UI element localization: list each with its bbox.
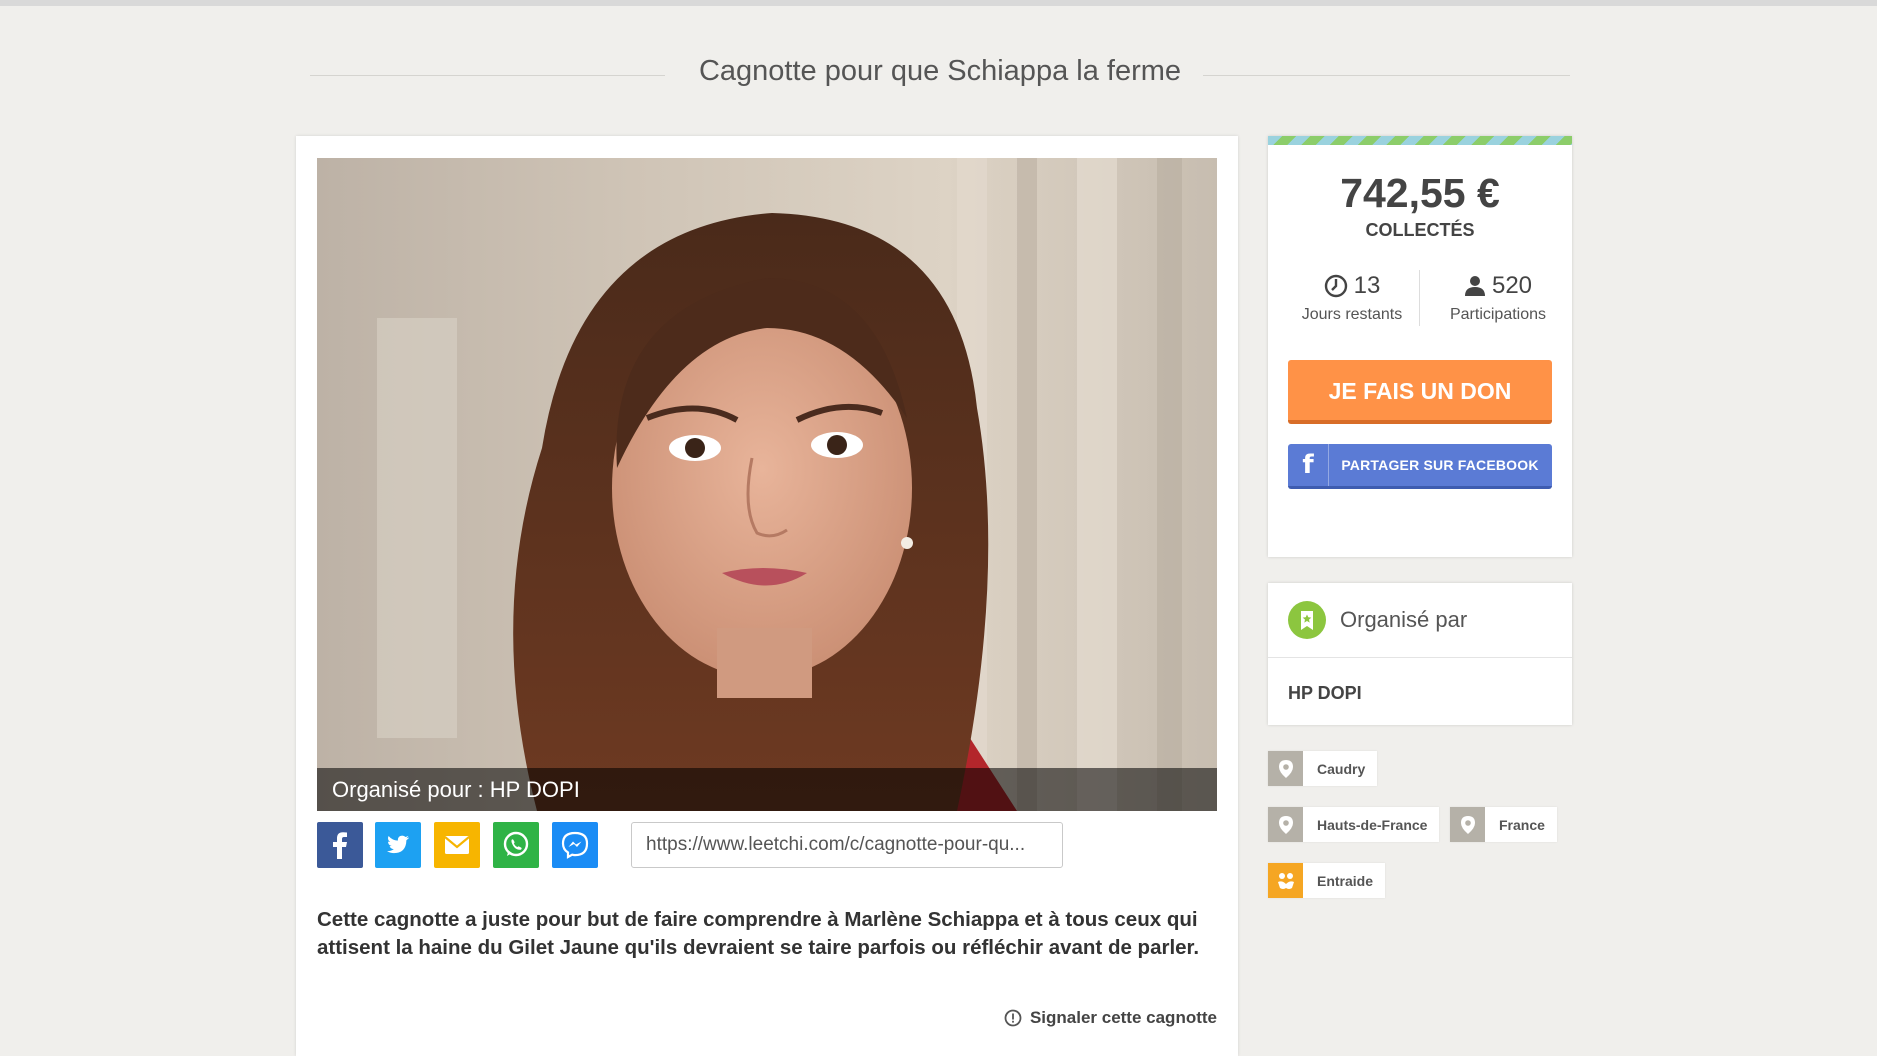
photo-caption: Organisé pour : HP DOPI (317, 768, 1217, 811)
organizer-name[interactable]: HP DOPI (1288, 683, 1362, 704)
title-rule-left (310, 75, 665, 76)
tag-label: France (1499, 816, 1545, 833)
top-border (0, 0, 1877, 6)
participants: 520 Participations (1428, 272, 1568, 324)
organizer-card: Organisé par HP DOPI (1268, 583, 1572, 725)
title-row: Cagnotte pour que Schiappa la ferme (310, 55, 1570, 95)
organizer-badge-icon (1288, 601, 1326, 639)
main-card: Organisé pour : HP DOPI https://www.leet… (296, 136, 1238, 1056)
clock-icon (1324, 274, 1347, 298)
tag-france[interactable]: France (1450, 807, 1557, 842)
share-messenger-button[interactable] (552, 822, 598, 868)
messenger-icon (561, 831, 589, 859)
twitter-icon (387, 835, 409, 854)
participants-value: 520 (1491, 272, 1533, 299)
page-title: Cagnotte pour que Schiappa la ferme (698, 55, 1182, 87)
days-remaining: 13 Jours restants (1282, 272, 1422, 324)
tag-entraide[interactable]: Entraide (1268, 863, 1386, 898)
participants-label: Participations (1449, 306, 1547, 323)
campaign-description: Cette cagnotte a juste pour but de faire… (317, 908, 1200, 959)
share-whatsapp-button[interactable] (493, 822, 539, 868)
tag-caudry[interactable]: Caudry (1268, 751, 1378, 786)
share-email-button[interactable] (434, 822, 480, 868)
whatsapp-icon (503, 831, 529, 857)
report-label: Signaler cette cagnotte (1029, 1008, 1217, 1027)
location-pin-icon (1450, 807, 1485, 842)
facebook-share-button[interactable]: f PARTAGER SUR FACEBOOK (1288, 444, 1552, 489)
stat-divider (1419, 270, 1420, 326)
hands-icon (1268, 863, 1303, 898)
share-twitter-button[interactable] (375, 822, 421, 868)
location-pin-icon (1268, 751, 1303, 786)
facebook-icon (333, 832, 347, 859)
facebook-icon: f (1288, 444, 1329, 486)
tag-label: Entraide (1317, 872, 1374, 889)
organizer-header: Organisé par (1268, 583, 1572, 658)
report-link[interactable]: Signaler cette cagnotte (1004, 1008, 1217, 1028)
collected-label: COLLECTÉS (1365, 220, 1475, 240)
warning-circle-icon (1004, 1009, 1022, 1027)
donate-button[interactable]: JE FAIS UN DON (1288, 360, 1552, 424)
summary-card: 742,55 € COLLECTÉS 13 Jours restants 520… (1268, 136, 1572, 557)
facebook-share-label: PARTAGER SUR FACEBOOK (1341, 457, 1539, 473)
title-rule-right (1203, 75, 1570, 76)
tag-label: Hauts-de-France (1317, 816, 1428, 833)
organizer-heading: Organisé par (1340, 607, 1468, 632)
location-pin-icon (1268, 807, 1303, 842)
tag-label: Caudry (1317, 760, 1366, 777)
days-value: 13 (1353, 272, 1381, 299)
decorative-stripe (1268, 136, 1572, 145)
tag-hauts-de-france[interactable]: Hauts-de-France (1268, 807, 1440, 842)
person-icon (1464, 276, 1485, 296)
mail-icon (444, 836, 470, 854)
campaign-photo[interactable]: Organisé pour : HP DOPI (317, 158, 1217, 811)
campaign-photo-image (317, 158, 1217, 811)
share-facebook-button[interactable] (317, 822, 363, 868)
share-url-field[interactable]: https://www.leetchi.com/c/cagnotte-pour-… (631, 822, 1063, 868)
amount-collected: 742,55 € (1340, 170, 1500, 216)
days-label: Jours restants (1301, 306, 1403, 323)
